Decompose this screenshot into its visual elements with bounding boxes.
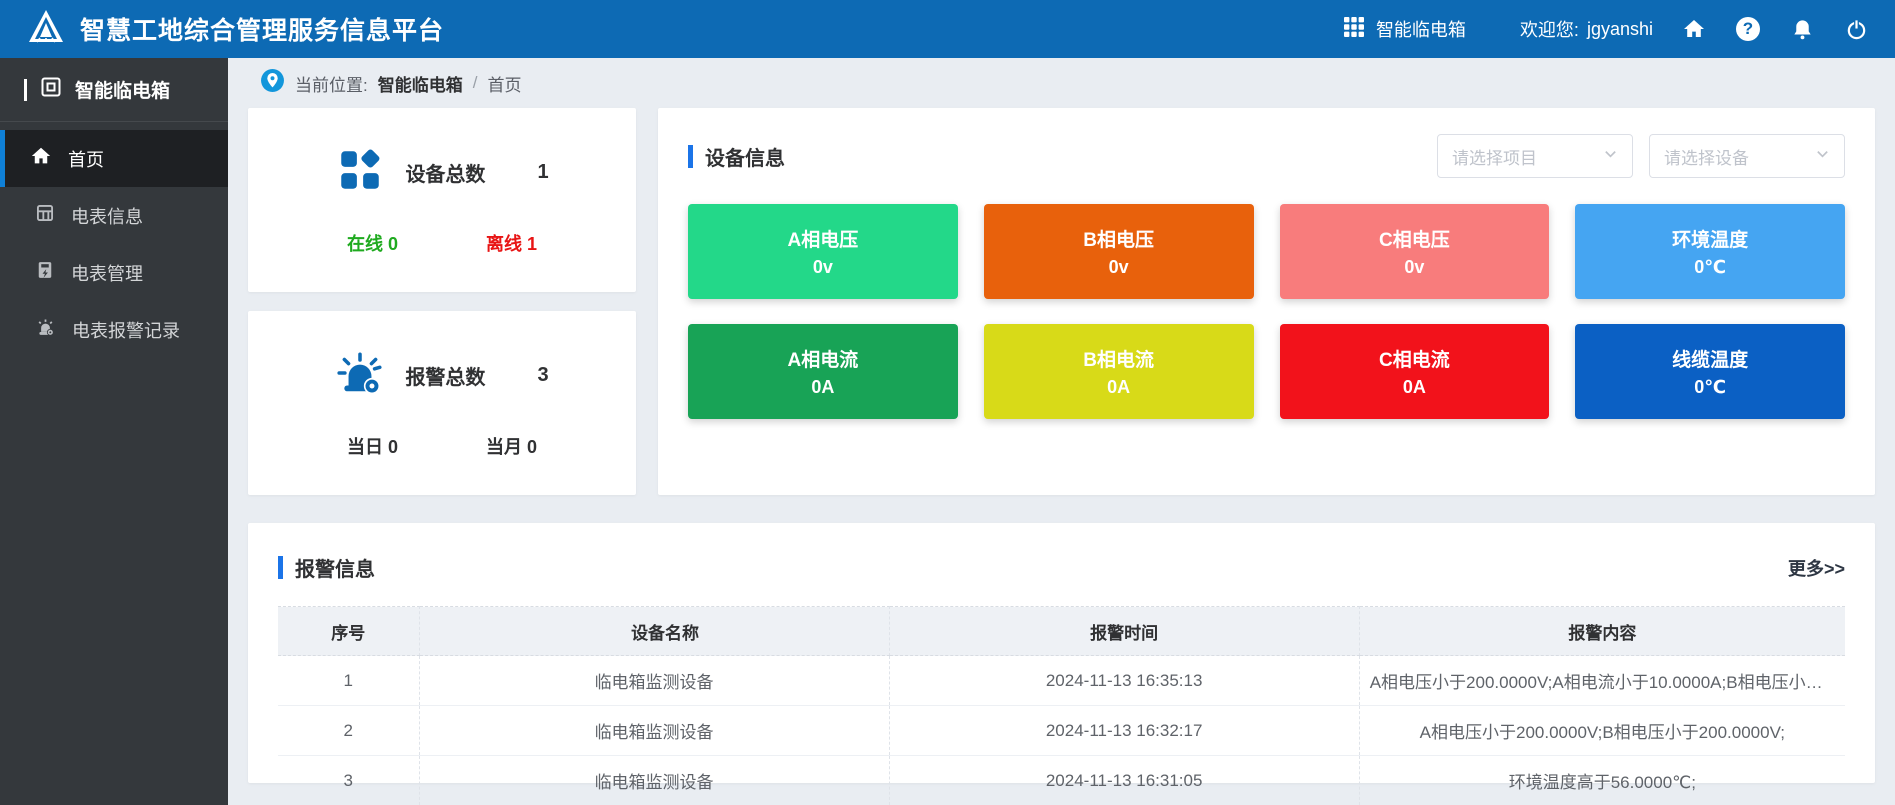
tile-phase-c-current: C相电流0A [1280,324,1550,419]
table-row: 2 临电箱监测设备 2024-11-13 16:32:17 A相电压小于200.… [278,706,1845,756]
alarm-total-card: 报警总数 3 当日 0 当月 0 [248,311,636,495]
sidebar-item-meter-manage[interactable]: 电表管理 [0,244,228,301]
sidebar-menu: 首页 电表信息 电表管 [0,122,228,358]
breadcrumb-prefix: 当前位置: [295,71,368,96]
tile-ambient-temperature: 环境温度0℃ [1575,204,1845,299]
app-switcher-label: 智能临电箱 [1376,16,1466,42]
sidebar-item-alarm-records[interactable]: 电表报警记录 [0,301,228,358]
breadcrumb-current[interactable]: 首页 [487,71,521,96]
cell-content: A相电压小于200.0000V;B相电压小于200.0000V; [1359,706,1845,756]
grid-icon [1342,15,1366,44]
online-count: 在线 0 [347,230,398,256]
today-count: 当日 0 [347,433,398,459]
sidebar-item-label: 首页 [68,146,104,172]
tile-phase-c-voltage: C相电压0v [1280,204,1550,299]
device-select-placeholder: 请选择设备 [1664,144,1749,169]
filter-selects: 请选择项目 请选择设备 [1437,134,1845,178]
chevron-down-icon [1815,146,1830,166]
welcome-label: 欢迎您: [1520,16,1579,42]
sidebar-item-label: 电表信息 [71,203,143,229]
sidebar-item-home[interactable]: 首页 [0,130,228,187]
username: jgyanshi [1587,19,1653,40]
home-icon [30,145,52,172]
alarm-table: 序号 设备名称 报警时间 报警内容 1 临电箱监测设备 2024-11-13 1… [278,606,1845,805]
alarm-record-icon [35,317,56,343]
power-icon[interactable] [1843,16,1869,42]
month-count: 当月 0 [486,433,537,459]
metric-tiles: A相电压0v B相电压0v C相电压0v 环境温度0℃ A相电流0A [688,204,1845,419]
device-info-panel: 设备信息 请选择项目 请选择设备 [658,108,1875,495]
cell-device: 临电箱监测设备 [419,656,889,706]
tile-phase-b-voltage: B相电压0v [984,204,1254,299]
device-total-label: 设备总数 [405,158,485,187]
cell-device: 临电箱监测设备 [419,756,889,805]
alarm-total-value: 3 [537,364,548,387]
breadcrumb-root[interactable]: 智能临电箱 [378,71,463,96]
breadcrumb: 当前位置: 智能临电箱 / 首页 [248,58,1875,108]
top-header-bar: 智慧工地综合管理服务信息平台 智能临电箱 欢迎您: jgyanshi [0,0,1895,58]
cell-content: 环境温度高于56.0000℃; [1359,756,1845,805]
logo-icon [26,7,66,52]
sidebar-title: 智能临电箱 [0,58,228,122]
tile-phase-a-current: A相电流0A [688,324,958,419]
sidebar-item-label: 电表管理 [71,260,143,286]
table-row: 1 临电箱监测设备 2024-11-13 16:35:13 A相电压小于200.… [278,656,1845,706]
col-header-index: 序号 [278,607,419,656]
device-select[interactable]: 请选择设备 [1649,134,1845,178]
welcome-block: 欢迎您: jgyanshi [1520,16,1653,42]
stats-column: 设备总数 1 在线 0 离线 1 [248,108,636,495]
tile-cable-temperature: 线缆温度0℃ [1575,324,1845,419]
cell-time: 2024-11-13 16:31:05 [889,756,1359,805]
cell-index: 2 [278,706,419,756]
cell-index: 3 [278,756,419,805]
device-total-icon [335,145,385,200]
module-icon [39,75,63,105]
cell-device: 临电箱监测设备 [419,706,889,756]
sidebar-item-meter-info[interactable]: 电表信息 [0,187,228,244]
col-header-time: 报警时间 [889,607,1359,656]
meter-info-icon [35,203,55,228]
device-total-card: 设备总数 1 在线 0 离线 1 [248,108,636,292]
more-link[interactable]: 更多>> [1788,555,1845,581]
home-icon[interactable] [1681,16,1707,42]
page-title: 智慧工地综合管理服务信息平台 [80,11,444,47]
page: 智慧工地综合管理服务信息平台 智能临电箱 欢迎您: jgyanshi [0,0,1895,805]
alarm-panel-title: 报警信息 [278,553,375,582]
cell-content: A相电压小于200.0000V;A相电流小于10.0000A;B相电压小于... [1359,656,1845,706]
help-icon[interactable]: ? [1735,16,1761,42]
device-panel-title: 设备信息 [688,142,785,171]
main-content: 当前位置: 智能临电箱 / 首页 [228,58,1895,805]
tick-decoration [24,79,27,101]
col-header-content: 报警内容 [1359,607,1845,656]
table-row: 3 临电箱监测设备 2024-11-13 16:31:05 环境温度高于56.0… [278,756,1845,805]
alarm-total-icon [335,348,385,403]
offline-count: 离线 1 [486,230,537,256]
sidebar-title-label: 智能临电箱 [75,76,170,103]
tile-phase-b-current: B相电流0A [984,324,1254,419]
topbar-right: 智能临电箱 欢迎您: jgyanshi ? [1342,15,1869,44]
title-accent-bar [278,556,283,579]
cell-time: 2024-11-13 16:35:13 [889,656,1359,706]
top-content-row: 设备总数 1 在线 0 离线 1 [248,108,1875,495]
brand: 智慧工地综合管理服务信息平台 [26,7,444,52]
title-accent-bar [688,145,693,168]
cell-time: 2024-11-13 16:32:17 [889,706,1359,756]
cell-index: 1 [278,656,419,706]
notification-bell-icon[interactable] [1789,16,1815,42]
location-pin-icon [260,68,285,98]
sidebar: 智能临电箱 首页 电表信息 [0,58,228,805]
sidebar-item-label: 电表报警记录 [72,317,180,343]
tile-phase-a-voltage: A相电压0v [688,204,958,299]
table-header-row: 序号 设备名称 报警时间 报警内容 [278,607,1845,656]
project-select[interactable]: 请选择项目 [1437,134,1633,178]
project-select-placeholder: 请选择项目 [1452,144,1537,169]
alarm-info-panel: 报警信息 更多>> 序号 设备名称 报警时间 报警内容 1 [248,523,1875,783]
meter-manage-icon [35,260,55,285]
app-switcher[interactable]: 智能临电箱 [1342,15,1466,44]
col-header-device: 设备名称 [419,607,889,656]
chevron-down-icon [1603,146,1618,166]
device-total-value: 1 [537,161,548,184]
alarm-total-label: 报警总数 [405,361,485,390]
breadcrumb-separator: / [473,73,478,93]
